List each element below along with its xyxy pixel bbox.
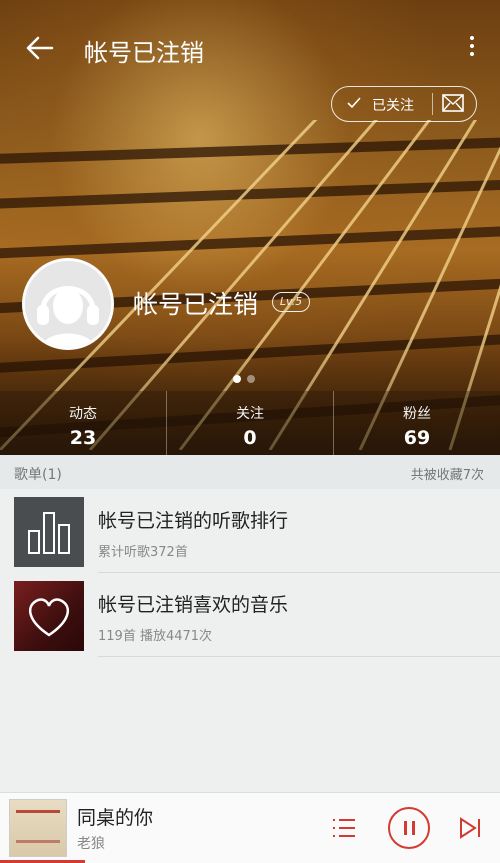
page-title: 帐号已注销 (84, 39, 204, 67)
default-avatar-icon (25, 261, 111, 347)
song-artist: 老狼 (77, 836, 105, 852)
stat-label: 粉丝 (403, 406, 431, 422)
playlist-name: 帐号已注销喜欢的音乐 (98, 594, 289, 616)
playlists-title: 歌单(1) (14, 467, 62, 483)
playlist-item-ranking[interactable]: 帐号已注销的听歌排行 累计听歌372首 (0, 489, 500, 573)
username: 帐号已注销 (133, 290, 259, 319)
stat-value: 0 (243, 427, 257, 449)
level-badge: Lv.5 (272, 292, 310, 312)
playlists-header: 歌单(1) 共被收藏7次 (0, 455, 500, 489)
pause-bar (412, 821, 415, 835)
heart-icon (28, 598, 70, 637)
stat-following[interactable]: 关注 0 (167, 391, 334, 455)
follow-label: 已关注 (372, 98, 414, 114)
stat-value: 69 (403, 427, 431, 449)
playlist-name: 帐号已注销的听歌排行 (98, 510, 289, 532)
mini-player[interactable]: 同桌的你 老狼 (0, 792, 500, 863)
page-indicator (233, 368, 261, 387)
pause-bar (404, 821, 407, 835)
song-title: 同桌的你 (77, 807, 154, 829)
row-divider (98, 656, 500, 657)
playlist-meta: 119首 播放4471次 (98, 629, 213, 644)
playlist-queue-icon[interactable] (331, 815, 357, 841)
stat-posts[interactable]: 动态 23 (0, 391, 167, 455)
avatar[interactable] (22, 258, 114, 350)
album-art-stripe (16, 810, 60, 813)
stat-label: 关注 (236, 406, 264, 422)
pause-button[interactable] (388, 807, 430, 849)
more-options-icon[interactable] (466, 32, 478, 64)
album-art-stripe (16, 840, 60, 843)
bar-chart-icon (28, 512, 70, 554)
app-bar: 帐号已注销 (0, 20, 500, 76)
profile-stats: 动态 23 关注 0 粉丝 69 (0, 391, 500, 455)
check-icon (347, 97, 361, 109)
back-arrow-icon[interactable] (24, 32, 56, 64)
stat-value: 23 (69, 427, 97, 449)
collected-count: 共被收藏7次 (410, 468, 484, 483)
stat-followers[interactable]: 粉丝 69 (334, 391, 500, 455)
album-art[interactable] (9, 799, 67, 857)
indicator-dot (247, 375, 255, 383)
follow-button[interactable]: 已关注 (331, 86, 477, 122)
playlist-meta: 累计听歌372首 (98, 545, 188, 560)
message-icon[interactable] (442, 94, 464, 112)
next-track-icon[interactable] (457, 815, 483, 841)
stat-label: 动态 (69, 406, 97, 422)
playlist-item-liked[interactable]: 帐号已注销喜欢的音乐 119首 播放4471次 (0, 573, 500, 657)
playlist-cover (14, 581, 84, 651)
follow-separator (432, 93, 433, 115)
indicator-dot-active (233, 375, 241, 383)
playlist-cover (14, 497, 84, 567)
playlist-list: 帐号已注销的听歌排行 累计听歌372首 帐号已注销喜欢的音乐 119首 播放44… (0, 489, 500, 657)
